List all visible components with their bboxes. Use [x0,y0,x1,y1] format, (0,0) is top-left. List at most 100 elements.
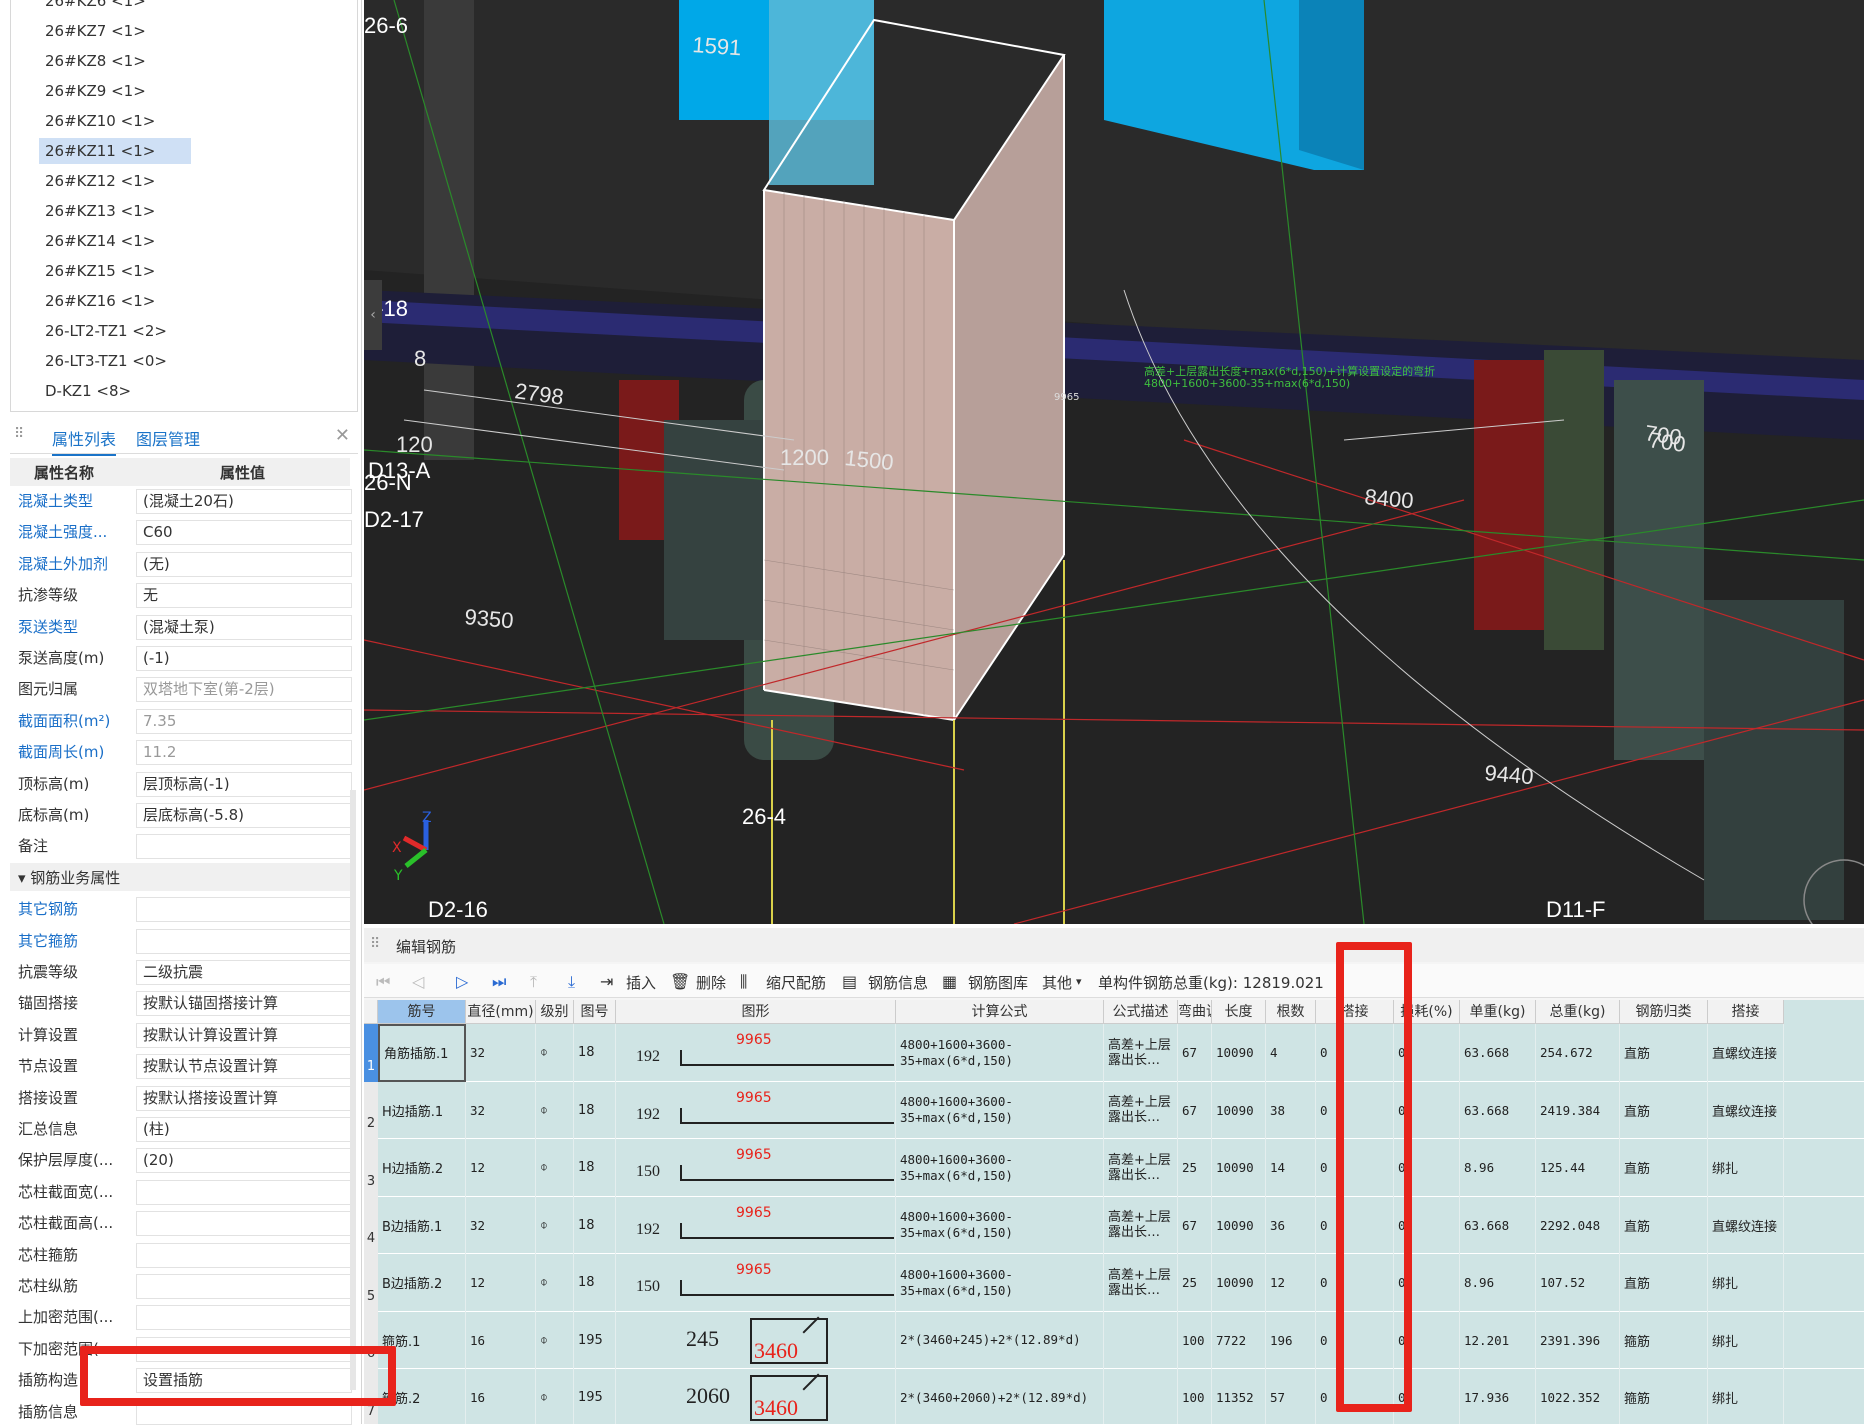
cell-dia[interactable]: 32 [466,1081,536,1139]
property-value[interactable] [136,1274,352,1299]
rebar-shape[interactable]: 2060 3460 [616,1369,896,1424]
property-value[interactable]: 按默认搭接设置计算 [136,1085,352,1111]
cell-fig[interactable]: 18 [574,1196,616,1254]
cell-fig[interactable]: 195 [574,1311,616,1369]
cell-grade[interactable]: ⌽ [536,1196,574,1254]
other-menu[interactable]: 其他 [1042,972,1072,993]
cell-bend[interactable]: 100 [1178,1311,1212,1369]
tree-item[interactable]: 26#KZ8 <1> [39,48,152,74]
cell-count[interactable]: 14 [1266,1139,1316,1197]
column-header[interactable] [364,1000,378,1024]
row-number[interactable]: 4 [364,1196,378,1254]
cell-unit[interactable]: 8.96 [1460,1254,1536,1312]
insert-icon[interactable]: ⇥ [600,972,613,991]
tab-layers[interactable]: 图层管理 [136,426,200,450]
cell-conn[interactable]: 绑扎 [1708,1139,1784,1197]
cell-fig[interactable]: 18 [574,1254,616,1312]
property-row[interactable]: 搭接设置 按默认搭接设置计算 [10,1083,352,1114]
rebar-shape[interactable]: 150 9965 [616,1254,896,1312]
cell-dia[interactable]: 12 [466,1254,536,1312]
chevron-down-icon[interactable]: ▾ [1076,975,1082,988]
property-value[interactable] [136,834,352,860]
property-row[interactable]: 抗震等级 二级抗震 [10,957,352,988]
column-header[interactable]: 长度 [1212,1000,1266,1024]
property-row[interactable]: 泵送高度(m) (-1) [10,643,352,674]
cell-bend[interactable]: 67 [1178,1196,1212,1254]
cell-grade[interactable]: ⌽ [536,1254,574,1312]
column-header[interactable]: 直径(mm) [466,1000,536,1024]
row-number[interactable]: 2 [364,1081,378,1139]
property-row[interactable]: 截面面积(m²) 7.35 [10,706,352,737]
column-header[interactable]: 单重(kg) [1460,1000,1536,1024]
tree-item[interactable]: 26#KZ7 <1> [39,18,152,44]
cell-unit[interactable]: 63.668 [1460,1024,1536,1082]
property-row[interactable]: 抗渗等级 无 [10,580,352,611]
property-row[interactable]: 备注 [10,831,352,862]
property-value[interactable]: 层顶标高(-1) [136,771,352,797]
property-value[interactable] [136,1305,352,1331]
cell-fig[interactable]: 18 [574,1139,616,1197]
cell-count[interactable]: 36 [1266,1196,1316,1254]
column-header[interactable]: 根数 [1266,1000,1316,1024]
property-row[interactable]: 锚固搭接 按默认锚固搭接计算 [10,988,352,1019]
tree-item[interactable]: 26#KZ13 <1> [39,198,161,224]
property-value[interactable] [136,897,352,923]
tree-item[interactable]: 26#KZ11 <1> [39,138,191,164]
property-value[interactable]: C60 [136,520,352,546]
cell-fig[interactable]: 195 [574,1369,616,1424]
cell-fig[interactable]: 18 [574,1081,616,1139]
property-value[interactable]: (混凝土20石) [136,489,352,514]
column-header[interactable]: 总重(kg) [1536,1000,1620,1024]
scrollbar[interactable] [350,790,356,1390]
cell-total[interactable]: 107.52 [1536,1254,1620,1312]
next-record-icon[interactable]: ▷ [456,972,468,991]
property-row[interactable]: 图元归属 双塔地下室(第-2层) [10,674,352,705]
last-record-icon[interactable]: ⏭ [492,972,506,992]
delete-button[interactable]: 删除 [696,972,726,993]
column-header[interactable]: 图形 [616,1000,896,1024]
column-header[interactable]: 钢筋归类 [1620,1000,1708,1024]
column-header[interactable]: 图号 [574,1000,616,1024]
cell-total[interactable]: 2391.396 [1536,1311,1620,1369]
cell-name[interactable]: H边插筋.1 [378,1081,466,1139]
cell-grade[interactable]: ⌽ [536,1024,574,1082]
table-row[interactable]: 1 角筋插筋.1 32 ⌽ 18 192 9965 4800+1600+3600-35+max… [364,1024,1864,1082]
property-row[interactable]: 芯柱截面高(... [10,1208,352,1239]
property-value[interactable] [136,1179,352,1205]
property-row[interactable]: 混凝土强度... C60 [10,517,352,548]
cell-bend[interactable]: 67 [1178,1081,1212,1139]
cell-dia[interactable]: 32 [466,1196,536,1254]
row-number[interactable]: 1 [364,1024,378,1082]
property-value[interactable]: 按默认计算设置计算 [136,1022,352,1048]
cell-bend[interactable]: 25 [1178,1254,1212,1312]
property-row[interactable]: 混凝土外加剂 (无) [10,549,352,580]
close-icon[interactable]: ✕ [335,425,350,446]
cell-conn[interactable]: 绑扎 [1708,1254,1784,1312]
property-row[interactable]: 节点设置 按默认节点设置计算 [10,1051,352,1082]
cell-name[interactable]: B边插筋.2 [378,1254,466,1312]
delete-icon[interactable]: 🗑 [670,972,690,991]
property-row[interactable]: 混凝土类型 (混凝土20石) [10,486,352,517]
cell-unit[interactable]: 12.201 [1460,1311,1536,1369]
table-row[interactable]: 4 B边插筋.1 32 ⌽ 18 192 9965 4800+1600+3600-35+max… [364,1196,1864,1254]
cell-length[interactable]: 7722 [1212,1311,1266,1369]
rebar-library-button[interactable]: 钢筋图库 [968,972,1028,993]
cell-fig[interactable]: 18 [574,1024,616,1082]
column-header[interactable]: 级别 [536,1000,574,1024]
cell-formula[interactable]: 2*(3460+2060)+2*(12.89*d) [896,1369,1104,1424]
cell-unit[interactable]: 63.668 [1460,1081,1536,1139]
tree-item[interactable]: 26-LT2-TZ1 <2> [39,318,173,344]
collapse-panel-icon[interactable]: ‹ [364,280,382,350]
cell-cls[interactable]: 箍筋 [1620,1369,1708,1424]
cell-cls[interactable]: 直筋 [1620,1081,1708,1139]
row-number[interactable]: 3 [364,1139,378,1197]
tab-attributes[interactable]: 属性列表 [52,426,117,456]
cell-desc[interactable]: 高差+上层露出长… [1104,1139,1178,1197]
cell-desc[interactable] [1104,1311,1178,1369]
property-group-header[interactable]: ▾ 钢筋业务属性 [10,862,350,891]
property-value[interactable]: 11.2 [136,740,352,766]
property-value[interactable]: 按默认节点设置计算 [136,1054,352,1080]
property-row[interactable]: 汇总信息 (柱) [10,1114,352,1145]
cell-total[interactable]: 254.672 [1536,1024,1620,1082]
tree-item[interactable]: 26#KZ10 <1> [39,108,161,134]
